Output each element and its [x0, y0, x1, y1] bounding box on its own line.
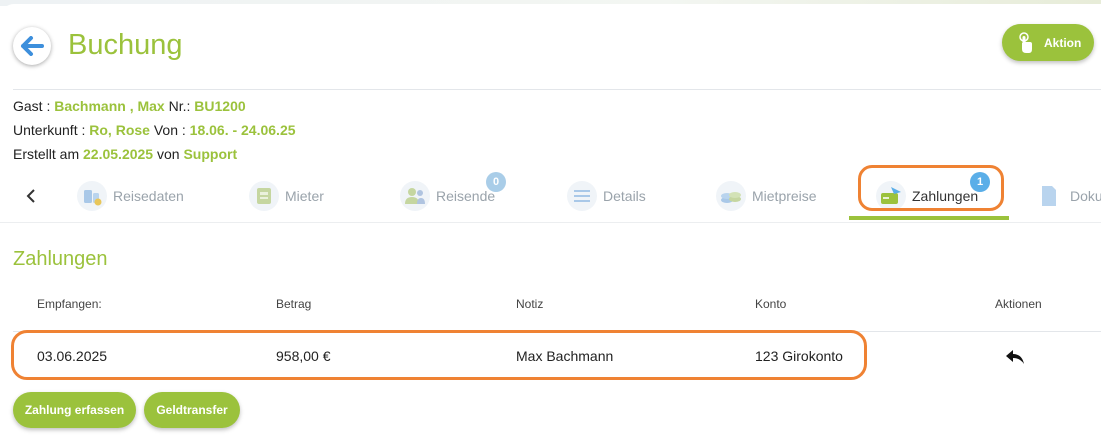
- column-header-notiz: Notiz: [516, 297, 544, 311]
- info-unterkunft-line: Unterkunft : Ro, Rose Von : 18.06. - 24.…: [13, 121, 296, 139]
- tab-label: Reisedaten: [113, 188, 184, 204]
- tab-label: Mietpreise: [752, 188, 817, 204]
- column-header-empfangen: Empfangen:: [37, 297, 102, 311]
- geldtransfer-button[interactable]: Geldtransfer: [144, 392, 240, 428]
- highlight-payment-row: [11, 330, 867, 380]
- zahlung-erfassen-button[interactable]: Zahlung erfassen: [13, 392, 136, 428]
- page-title: Buchung: [68, 29, 183, 61]
- id-card-icon: [249, 181, 279, 211]
- people-icon: 0: [400, 172, 506, 211]
- erstellt-value: 22.05.2025: [83, 146, 154, 162]
- info-erstellt-line: Erstellt am 22.05.2025 von Support: [13, 145, 237, 163]
- arrow-left-icon: [21, 36, 44, 56]
- list-icon: [567, 181, 597, 211]
- reisende-badge: 0: [486, 172, 506, 192]
- tab-reisende[interactable]: 0 Reisende: [400, 170, 506, 222]
- gast-value[interactable]: Bachmann , Max: [54, 98, 164, 114]
- tab-label: Reisende: [436, 188, 496, 204]
- header-divider: [13, 89, 1101, 90]
- ersteller-label: von: [153, 146, 184, 162]
- unterkunft-label: Unterkunft :: [13, 122, 90, 138]
- chevron-left-icon: [26, 189, 35, 203]
- aktion-button[interactable]: Aktion: [1002, 24, 1094, 61]
- tabs-prev-button[interactable]: [22, 187, 40, 205]
- nr-value: BU1200: [194, 98, 246, 114]
- luggage-icon: [77, 181, 107, 211]
- zeitraum-value: 18.06. - 24.06.25: [189, 122, 296, 138]
- nr-label: Nr.:: [164, 98, 195, 114]
- active-tab-indicator: [849, 216, 1009, 220]
- touch-hand-icon: [1016, 31, 1036, 55]
- tab-details[interactable]: Details: [567, 170, 646, 222]
- tab-label: Details: [603, 188, 646, 204]
- aktion-label: Aktion: [1044, 35, 1082, 50]
- column-header-konto: Konto: [755, 297, 787, 311]
- back-button[interactable]: [13, 27, 51, 65]
- info-gast-line: Gast : Bachmann , Max Nr.: BU1200: [13, 97, 246, 115]
- column-header-betrag: Betrag: [276, 297, 312, 311]
- section-title: Zahlungen: [13, 248, 108, 270]
- tab-label: Doku: [1070, 188, 1101, 204]
- ersteller-value: Support: [183, 146, 238, 162]
- gast-label: Gast :: [13, 98, 55, 114]
- erstellt-label: Erstellt am: [13, 146, 84, 162]
- unterkunft-value[interactable]: Ro, Rose: [89, 122, 150, 138]
- tab-dokumente[interactable]: Doku: [1034, 170, 1101, 222]
- tab-label: Mieter: [285, 188, 324, 204]
- von-label: Von :: [149, 122, 190, 138]
- tab-reisedaten[interactable]: Reisedaten: [77, 170, 184, 222]
- undo-icon[interactable]: [1004, 348, 1026, 366]
- highlight-zahlungen-tab: [858, 165, 1004, 211]
- tab-mietpreise[interactable]: Mietpreise: [716, 170, 817, 222]
- document-icon: [1034, 181, 1064, 211]
- column-header-aktionen: Aktionen: [995, 297, 1042, 311]
- coins-icon: [716, 181, 746, 211]
- tab-mieter[interactable]: Mieter: [249, 170, 324, 222]
